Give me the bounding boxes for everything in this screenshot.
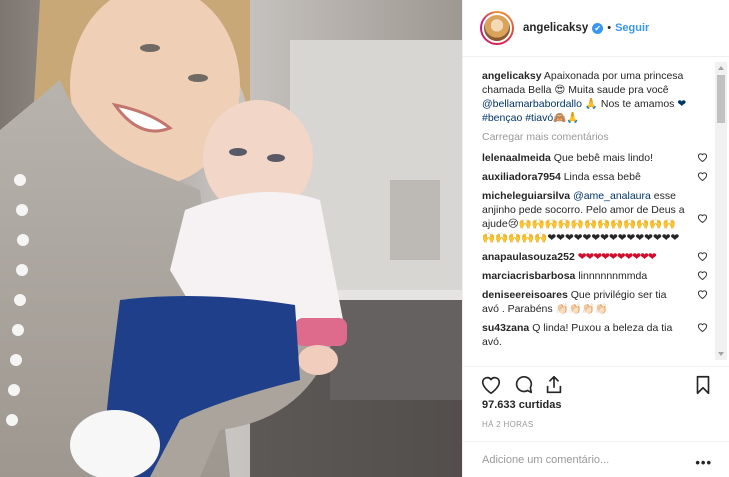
add-comment-bar: Adicione um comentário... ••• bbox=[463, 441, 729, 477]
post-sidebar: angelicaksy ✔ • Seguir angelicaksy Apaix… bbox=[462, 0, 729, 477]
share-icon[interactable] bbox=[543, 374, 565, 396]
comment-like-heart-icon[interactable] bbox=[697, 152, 708, 162]
more-options-icon[interactable]: ••• bbox=[695, 455, 712, 470]
comment-row: micheleguiarsilva @ame_analaura esse anj… bbox=[482, 189, 708, 245]
post-header: angelicaksy ✔ • Seguir bbox=[463, 0, 729, 57]
instagram-post: angelicaksy ✔ • Seguir angelicaksy Apaix… bbox=[0, 0, 729, 477]
avatar[interactable] bbox=[480, 11, 514, 45]
load-more-comments-button[interactable]: Carregar mais comentários bbox=[482, 131, 715, 143]
comment-text: linnnnnnmmda bbox=[578, 270, 648, 282]
comment-row: auxiliadora7954 Linda essa bebê bbox=[482, 170, 708, 184]
comment-like-heart-icon[interactable] bbox=[697, 289, 708, 299]
comment-like-heart-icon[interactable] bbox=[697, 322, 708, 332]
comments-list[interactable]: angelicaksy Apaixonada por uma princesa … bbox=[463, 58, 715, 363]
follow-button[interactable]: Seguir bbox=[615, 22, 649, 34]
scrollbar-thumb[interactable] bbox=[717, 75, 725, 123]
comment-like-heart-icon[interactable] bbox=[697, 270, 708, 280]
comment-row: marciacrisbarbosa linnnnnnmmda bbox=[482, 269, 708, 283]
comment-icon[interactable] bbox=[512, 374, 534, 396]
comments-scrollbar[interactable] bbox=[715, 62, 727, 360]
likes-count[interactable]: 97.633 curtidas bbox=[482, 399, 562, 411]
comment-row: anapaulasouza252 ❤❤❤❤❤❤❤❤❤❤ bbox=[482, 250, 708, 264]
comment-username[interactable]: anapaulasouza252 bbox=[482, 251, 575, 263]
heart-icon[interactable] bbox=[480, 374, 502, 396]
comment-mention[interactable]: @ame_analaura bbox=[573, 190, 651, 202]
comment-username[interactable]: marciacrisbarbosa bbox=[482, 270, 575, 282]
comment-text: ❤❤❤❤❤❤❤❤❤❤ bbox=[577, 251, 657, 263]
comment-username[interactable]: deniseereisoares bbox=[482, 289, 568, 301]
post-timestamp[interactable]: HÁ 2 HORAS bbox=[482, 420, 533, 429]
post-caption: angelicaksy Apaixonada por uma princesa … bbox=[482, 69, 707, 125]
scroll-up-arrow-icon[interactable] bbox=[718, 66, 724, 70]
comment-username[interactable]: lelenaalmeida bbox=[482, 152, 551, 164]
comment-username[interactable]: auxiliadora7954 bbox=[482, 171, 561, 183]
caption-mention[interactable]: @bellamarbabordallo bbox=[482, 98, 582, 110]
comment-text: Que bebê mais lindo! bbox=[553, 152, 654, 164]
comment-username[interactable]: micheleguiarsilva bbox=[482, 190, 570, 202]
caption-username[interactable]: angelicaksy bbox=[482, 70, 542, 82]
separator-dot: • bbox=[607, 22, 612, 34]
action-bar bbox=[463, 366, 729, 401]
comment-row: su43zana Q linda! Puxou a beleza da tia … bbox=[482, 321, 708, 349]
comment-row: lelenaalmeida Que bebê mais lindo! bbox=[482, 151, 708, 165]
comment-row: deniseereisoares Que privilégio ser tia … bbox=[482, 288, 708, 316]
comment-like-heart-icon[interactable] bbox=[697, 213, 708, 223]
comment-text: Linda essa bebê bbox=[563, 171, 641, 183]
verified-badge-icon: ✔ bbox=[592, 22, 604, 34]
post-photo[interactable] bbox=[0, 0, 462, 477]
comment-username[interactable]: su43zana bbox=[482, 322, 529, 334]
header-username[interactable]: angelicaksy bbox=[523, 22, 588, 34]
comment-like-heart-icon[interactable] bbox=[697, 251, 708, 261]
bookmark-icon[interactable] bbox=[692, 374, 714, 396]
caption-text-2: 🙏 Nos te amamos bbox=[584, 98, 675, 110]
avatar-image bbox=[482, 13, 512, 43]
photo-illustration bbox=[0, 0, 462, 477]
scroll-down-arrow-icon[interactable] bbox=[718, 352, 724, 356]
comment-like-heart-icon[interactable] bbox=[697, 171, 708, 181]
add-comment-input[interactable]: Adicione um comentário... bbox=[482, 454, 609, 466]
